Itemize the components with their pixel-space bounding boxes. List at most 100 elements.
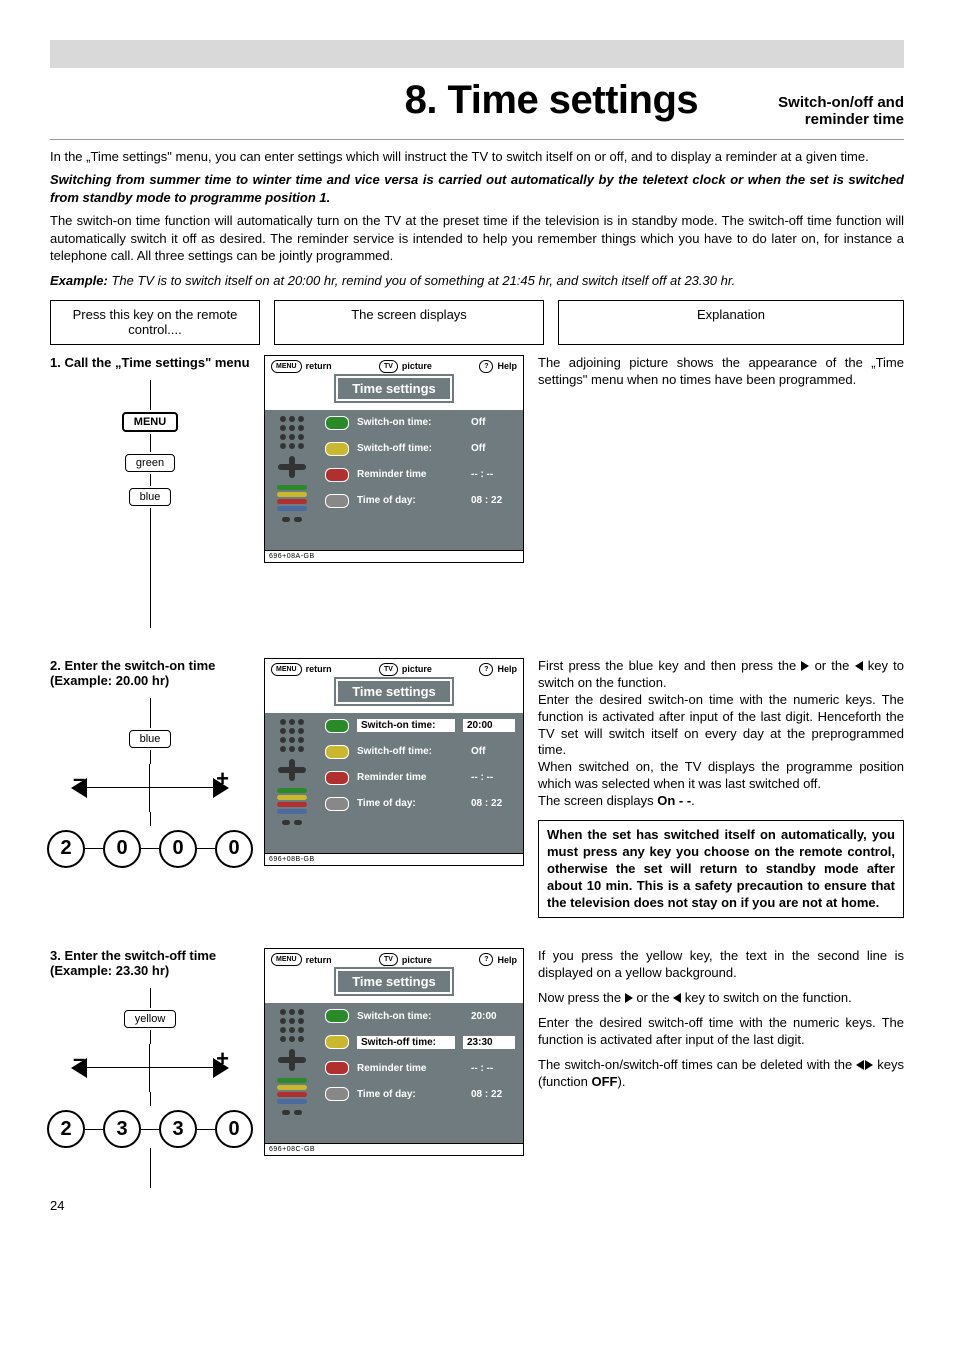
step-3: 3. Enter the switch-off time (Example: 2…: [50, 948, 904, 1188]
osd-title: Time settings: [336, 376, 452, 401]
right-arrow-icon: [625, 993, 633, 1003]
connector-line: [150, 508, 151, 628]
yellow-pill-icon: [325, 1035, 349, 1049]
chapter-subtitle: Switch-on/off and reminder time: [778, 94, 904, 129]
digit-keys-row: 2 3 3 0: [47, 1110, 253, 1148]
digit-key: 3: [159, 1110, 197, 1148]
av-pill-icon: [325, 494, 349, 508]
av-pill-icon: [325, 797, 349, 811]
osd-row-switch-off: Switch-off time: 23:30: [319, 1029, 523, 1055]
connector-line: [150, 1148, 151, 1188]
page-number: 24: [50, 1198, 904, 1213]
header-remote: Press this key on the remote control....: [50, 300, 260, 345]
step-1-title: 1. Call the „Time settings" menu: [50, 355, 250, 370]
osd-top-bar: MENU return TV picture ? Help: [265, 356, 523, 377]
left-arrow-icon: [673, 993, 681, 1003]
help-pill-icon: ?: [479, 360, 493, 373]
osd-row-switch-on: Switch-on time: 20:00: [319, 1003, 523, 1029]
osd-row-reminder: Reminder time -- : --: [319, 765, 523, 791]
connector-line: [150, 750, 151, 764]
left-right-arrow-icon: [856, 1057, 873, 1072]
osd-row-time-of-day: Time of day: 08 : 22: [319, 1081, 523, 1107]
connector-line: [150, 988, 151, 1008]
title-row: 8. Time settings Switch-on/off and remin…: [50, 78, 904, 140]
green-pill-icon: [325, 719, 349, 733]
osd-title: Time settings: [336, 679, 452, 704]
tv-pill-icon: TV: [379, 360, 398, 373]
red-pill-icon: [325, 468, 349, 482]
green-pill-icon: [325, 1009, 349, 1023]
digit-key: 3: [103, 1110, 141, 1148]
left-right-arrows: – +: [65, 1044, 235, 1092]
step-2-explanation: First press the blue key and then press …: [538, 658, 904, 918]
example-text: The TV is to switch itself on at 20:00 h…: [108, 273, 735, 288]
osd-row-switch-on: Switch-on time: Off: [319, 410, 523, 436]
left-arrow-icon: [855, 661, 863, 671]
green-pill-icon: [325, 416, 349, 430]
subtitle-line-2: reminder time: [805, 111, 904, 128]
connector-line: [150, 1030, 151, 1044]
osd-top-bar: MENU return TV picture ? Help: [265, 949, 523, 970]
help-pill-icon: ?: [479, 953, 493, 966]
osd-picture: TV picture: [379, 360, 432, 373]
osd-help: ? Help: [479, 360, 517, 373]
red-pill-icon: [325, 771, 349, 785]
osd-return: MENU return: [271, 360, 332, 373]
step-3-remote-diagram: yellow – + 2 3 3 0: [50, 988, 250, 1188]
blue-key: blue: [129, 730, 172, 748]
osd-row-time-of-day: Time of day: 08 : 22: [319, 791, 523, 817]
osd-row-reminder: Reminder time -- : --: [319, 462, 523, 488]
osd-mini-remote-icon: [265, 1003, 319, 1143]
menu-pill-icon: MENU: [271, 360, 302, 373]
digit-key: 0: [215, 1110, 253, 1148]
yellow-pill-icon: [325, 745, 349, 759]
osd-footer-code: 696+08C-GB: [265, 1143, 523, 1155]
osd-mini-remote-icon: [265, 713, 319, 853]
safety-note-box: When the set has switched itself on auto…: [538, 820, 904, 918]
digit-key: 0: [103, 830, 141, 868]
header-screen: The screen displays: [274, 300, 544, 345]
subtitle-line-1: Switch-on/off and: [778, 94, 904, 111]
osd-row-time-of-day: Time of day: 08 : 22: [319, 488, 523, 514]
osd-top-bar: MENU return TV picture ? Help: [265, 659, 523, 680]
digit-key: 2: [47, 1110, 85, 1148]
osd-mini-remote-icon: [265, 410, 319, 550]
tv-pill-icon: TV: [379, 663, 398, 676]
connector-line: [150, 1092, 151, 1106]
step-2-remote-diagram: blue – + 2 0 0 0: [50, 698, 250, 868]
osd-row-switch-on: Switch-on time: 20:00: [319, 713, 523, 739]
menu-pill-icon: MENU: [271, 663, 302, 676]
left-right-arrows: – +: [65, 764, 235, 812]
step-3-title: 3. Enter the switch-off time (Example: 2…: [50, 948, 250, 978]
digit-key: 2: [47, 830, 85, 868]
step-1-remote-diagram: MENU green blue: [50, 380, 250, 628]
osd-step-1: MENU return TV picture ? Help Time setti…: [264, 355, 524, 563]
menu-key: MENU: [122, 412, 178, 432]
step-2: 2. Enter the switch-on time (Example: 20…: [50, 658, 904, 918]
chapter-title: 8. Time settings: [405, 78, 699, 123]
osd-footer-code: 696+08A-GB: [265, 550, 523, 562]
green-key: green: [125, 454, 175, 472]
digit-key: 0: [159, 830, 197, 868]
connector-line: [150, 434, 151, 452]
help-pill-icon: ?: [479, 663, 493, 676]
osd-title: Time settings: [336, 969, 452, 994]
yellow-pill-icon: [325, 442, 349, 456]
step-3-explanation: If you press the yellow key, the text in…: [538, 948, 904, 1188]
osd-step-2: MENU return TV picture ? Help Time setti…: [264, 658, 524, 866]
blue-key: blue: [129, 488, 172, 506]
intro-paragraph-3: The switch-on time function will automat…: [50, 212, 904, 265]
red-pill-icon: [325, 1061, 349, 1075]
connector-line: [150, 474, 151, 486]
connector-line: [150, 380, 151, 410]
osd-footer-code: 696+08B-GB: [265, 853, 523, 865]
intro-paragraph-1: In the „Time settings" menu, you can ent…: [50, 148, 904, 166]
intro-paragraph-2: Switching from summer time to winter tim…: [50, 171, 904, 206]
osd-row-reminder: Reminder time -- : --: [319, 1055, 523, 1081]
example-line: Example: The TV is to switch itself on a…: [50, 273, 904, 288]
connector-line: [150, 812, 151, 826]
osd-step-3: MENU return TV picture ? Help Time setti…: [264, 948, 524, 1156]
connector-line: [150, 698, 151, 728]
column-headers: Press this key on the remote control....…: [50, 300, 904, 345]
osd-row-switch-off: Switch-off time: Off: [319, 739, 523, 765]
